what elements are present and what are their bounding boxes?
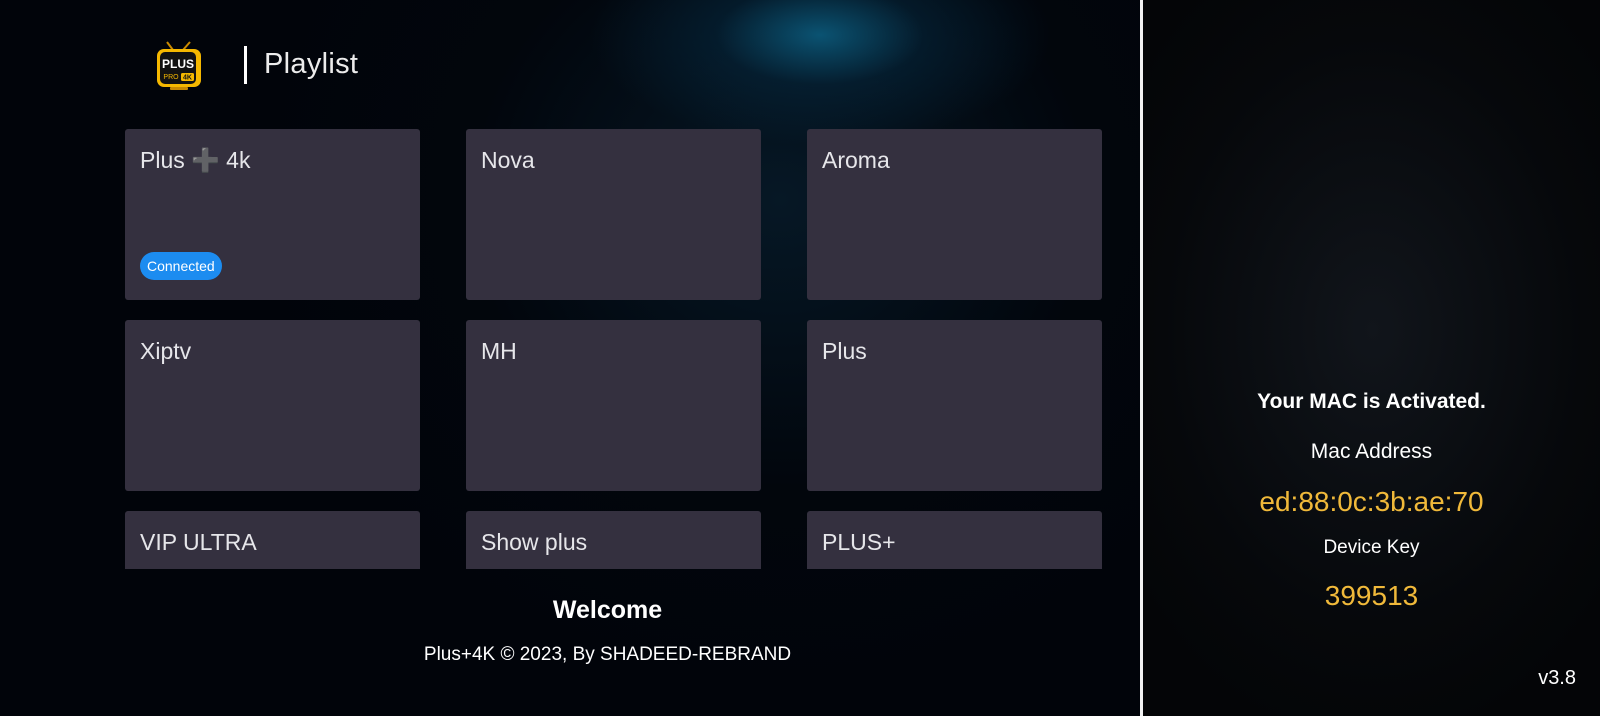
copyright-text: Plus+4K © 2023, By SHADEED-REBRAND — [423, 644, 792, 665]
welcome-heading: Welcome — [552, 596, 663, 624]
mac-address-value: ed:88:0c:3b:ae:70 — [1259, 486, 1484, 517]
playlist-tile[interactable]: Plus ➕ 4k Connected — [125, 129, 420, 300]
device-info-panel: Your MAC is Activated. Mac Address ed:88… — [1143, 0, 1600, 716]
svg-text:4K: 4K — [183, 75, 192, 82]
header-divider — [244, 46, 247, 84]
plus-pro-4k-logo-icon: PLUS PRO 4K — [154, 40, 204, 92]
connected-badge: Connected — [140, 252, 222, 280]
activation-status: Your MAC is Activated. — [1257, 390, 1486, 413]
playlist-name: PLUS+ — [822, 529, 896, 555]
playlist-name: VIP ULTRA — [140, 529, 257, 555]
playlist-tile[interactable]: VIP ULTRA — [125, 511, 420, 569]
playlist-tile[interactable]: MH — [466, 320, 761, 491]
device-key-value: 399513 — [1324, 580, 1419, 611]
playlist-grid: Plus ➕ 4k Connected Nova Aroma Xiptv MH … — [125, 129, 1102, 569]
app-version: v3.8 — [1538, 667, 1576, 689]
playlist-tile[interactable]: Show plus — [466, 511, 761, 569]
device-key-label: Device Key — [1323, 537, 1420, 558]
playlist-name: Plus — [822, 338, 867, 364]
page-title: Playlist — [264, 48, 359, 80]
playlist-name: MH — [481, 338, 517, 364]
mac-address-label: Mac Address — [1310, 440, 1433, 463]
playlist-tile[interactable]: Nova — [466, 129, 761, 300]
playlist-name: Xiptv — [140, 338, 192, 364]
playlist-name: Nova — [481, 147, 535, 173]
playlist-name: Plus ➕ 4k — [140, 147, 251, 173]
playlist-name: Show plus — [481, 529, 588, 555]
app-screen: PLUS PRO 4K Playlist Plus ➕ 4k Connected… — [0, 0, 1600, 716]
playlist-name: Aroma — [822, 147, 890, 173]
svg-text:PRO: PRO — [163, 74, 179, 81]
playlist-tile[interactable]: Aroma — [807, 129, 1102, 300]
svg-text:PLUS: PLUS — [162, 57, 194, 71]
playlist-tile[interactable]: Xiptv — [125, 320, 420, 491]
playlist-tile[interactable]: PLUS+ — [807, 511, 1102, 569]
playlist-tile[interactable]: Plus — [807, 320, 1102, 491]
